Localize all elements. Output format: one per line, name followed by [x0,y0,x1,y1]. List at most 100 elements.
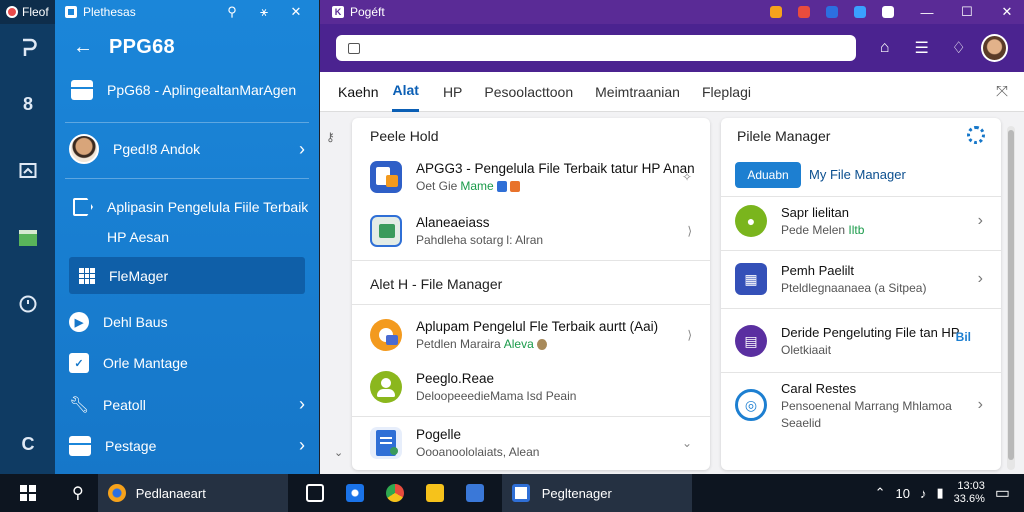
expand-action-icon[interactable]: ⟩ [687,224,692,238]
minimize-icon[interactable]: — [910,5,944,20]
list-item[interactable]: Alaneaeiass Pahdleha sotarg l: Alran ⟩ [352,204,710,258]
folder-icon[interactable] [16,226,40,250]
list-item[interactable]: ◎ Caral Restes Pensoenenal Marrang Mhlam… [721,376,1001,434]
app-description-item[interactable]: Aplipasin Pengelula Fiile Terbaik HP Aes… [73,192,308,252]
list-item-meta-highlight: Aleva [503,337,534,351]
main-window: K Pogéft — ☐ ✕ ⌂ ☰ ♢ Kaehn Alat HP Pesoo… [320,0,1024,474]
drive-icon[interactable] [826,6,838,18]
scrollbar[interactable] [1007,126,1015,470]
add-button[interactable]: Aduabn [735,162,801,188]
scrollbar-thumb[interactable] [1008,130,1014,460]
taskbar-app-browser[interactable]: Pedlanaeart [97,474,288,512]
wrench-icon: 🔧︎ [69,396,90,414]
edge-icon[interactable] [345,484,364,502]
clock[interactable]: 13:03 33.6% [954,480,985,506]
extension-icon[interactable] [770,6,782,18]
address-input[interactable] [336,35,857,61]
tab-pesoolacttoon[interactable]: Pesoolacttoon [484,72,573,112]
chevron-down-icon[interactable]: ⌄ [334,446,343,459]
profile-item[interactable]: Pged!8 Andok › [69,134,305,164]
phone-icon[interactable] [16,36,40,60]
search-icon[interactable]: ⚲ [72,483,84,503]
sidebar-item-orle[interactable]: ✓ Orle Mantage [69,353,305,373]
tab-kaehn[interactable]: Kaehn [338,72,378,112]
settings-icon[interactable]: 8 [16,92,40,116]
list-item-title: APGG3 - Pengelula File Terbaik tatur HP … [416,161,695,176]
chevron-down-icon[interactable]: ⌄ [682,436,692,450]
list-item[interactable]: Peeglo.Reae DeloopeeedieMama Isd Peain [352,360,710,414]
page-icon[interactable] [882,6,894,18]
window-close-icon[interactable]: ✕ [990,4,1024,20]
status-badge: Bil [955,330,971,344]
list-item[interactable]: ▦ Pemh Paelilt Pteldlegnaanaea (a Sitpea… [721,250,1001,308]
address-bar-row: ⌂ ☰ ♢ [320,24,1024,72]
gear-icon[interactable] [967,126,985,144]
key-icon[interactable]: ⚷ [326,130,335,144]
file-explorer-icon[interactable] [425,484,444,502]
calendar-icon[interactable] [16,158,40,182]
list-item[interactable]: Aplupam Pengelul Fle Terbaik aurtt (Aai)… [352,308,710,362]
tab-fleplagi[interactable]: Fleplagi [702,72,751,112]
start-icon[interactable] [20,485,36,501]
profile-label: Pged!8 Andok [113,141,201,157]
tab-hp[interactable]: HP [443,72,462,112]
clock-icon[interactable] [16,292,40,316]
sidebar-item-peatoll[interactable]: 🔧︎ Peatoll › [69,394,305,415]
close-icon[interactable]: ✕ [283,4,309,20]
back-arrow-icon[interactable]: ← [73,36,93,59]
tab-bar: Kaehn Alat HP Pesoolacttoon Meimtraanian… [320,72,1024,112]
chevron-right-icon: › [977,270,983,287]
list-item[interactable]: ▤ Deride Pengeluting File tan HP Oletkia… [721,312,1001,370]
account-icon[interactable]: C [16,432,40,456]
pin-action-icon[interactable]: ✧ [682,170,692,184]
desktop: Fleof 8 C Plethesas ⚲ ⚹ ✕ ← PPG68 PpG68 … [0,0,1024,512]
list-item-meta: DeloopeeedieMama [416,389,524,403]
notification-icon[interactable]: ▭ [995,483,1010,503]
maximize-icon[interactable]: ☐ [950,4,984,20]
bell-icon[interactable]: ♢ [950,38,967,58]
rail-title: Fleof [22,5,49,19]
tab-alat[interactable]: Alat [392,72,419,112]
send-icon[interactable] [854,6,866,18]
network-icon[interactable]: ▮ [937,485,944,501]
panel-subtitle-row[interactable]: PpG68 - AplingealtanMarAgen [71,80,296,100]
mail-icon[interactable] [305,484,324,502]
description-line-2: HP Aesan [107,229,170,245]
clock-time: 13:03 [957,480,985,492]
chevron-right-icon: › [299,138,305,159]
my-file-manager-link[interactable]: My File Manager [809,167,906,182]
list-item-meta-extra: Seaelid [781,415,822,430]
profile-avatar[interactable] [981,34,1008,62]
pin-icon[interactable]: ⚹ [251,4,277,20]
user-icon[interactable]: ⚲ [219,4,245,20]
sidebar-item-pestage[interactable]: Pestage › [69,435,305,456]
volume-icon[interactable]: ♪ [920,486,927,501]
chevron-right-icon: › [299,435,305,455]
divider [65,178,309,179]
section-header: Alet H - File Manager [370,276,503,292]
list-item-meta-extra: Isd Peain [526,389,577,403]
manager-icon [511,484,530,502]
chrome-icon[interactable] [385,484,404,502]
share-icon[interactable]: ⌂ [876,39,893,57]
sidebar-item-dehl[interactable]: ▶ Dehl Baus [69,312,305,332]
taskbar-app-manager[interactable]: Pegltenager [501,474,692,512]
app-list-card: Peele Hold APGG3 - Pengelula File Terbai… [352,118,710,470]
list-item-meta: Pteldlegnaanaea (a Sitpea) [781,281,927,295]
list-item[interactable]: ● Sapr lielitan Pede Melen Iltb › [721,192,1001,250]
list-item-title: Pogelle [416,427,462,442]
navigation-panel: Plethesas ⚲ ⚹ ✕ ← PPG68 PpG68 - Aplingea… [55,0,319,474]
tab-meimtraanian[interactable]: Meimtraanian [595,72,680,112]
list-item-meta: Oooanoololaiats, Alean [416,445,540,459]
list-icon[interactable]: ☰ [913,38,930,58]
sidebar-item-label: Dehl Baus [103,314,168,330]
chevron-up-icon[interactable]: ⌃ [875,485,886,501]
list-item[interactable]: APGG3 - Pengelula File Terbaik tatur HP … [352,150,710,204]
collapse-icon[interactable]: ⤧ [996,83,1008,100]
divider [352,304,710,305]
sidebar-item-file-manager[interactable]: FleMager [69,257,305,294]
photos-icon[interactable] [465,484,484,502]
expand-action-icon[interactable]: ⟩ [687,328,692,342]
list-item[interactable]: Pogelle Oooanoololaiats, Alean ⌄ [352,416,710,470]
shield-icon[interactable] [798,6,810,18]
